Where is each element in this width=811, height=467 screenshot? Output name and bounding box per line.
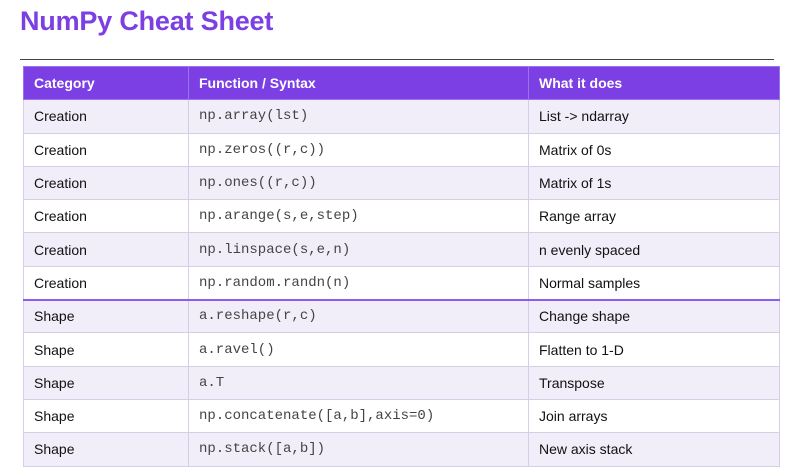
table-row: Shape a.reshape(r,c) Change shape: [23, 298, 780, 334]
description-cell: Change shape: [528, 298, 780, 334]
description-cell: List -> ndarray: [528, 99, 780, 134]
category-cell: Shape: [23, 398, 189, 434]
table-row: Shape np.concatenate([a,b],axis=0) Join …: [23, 398, 780, 434]
syntax-cell: a.T: [188, 365, 529, 400]
category-cell: Shape: [23, 365, 189, 400]
syntax-cell: np.ones((r,c)): [188, 165, 529, 201]
category-cell: Creation: [23, 199, 189, 234]
syntax-cell: np.zeros((r,c)): [188, 132, 529, 167]
syntax-cell: np.array(lst): [188, 99, 529, 134]
syntax-cell: a.ravel(): [188, 332, 529, 367]
category-cell: Creation: [23, 132, 189, 167]
category-cell: Creation: [23, 232, 189, 267]
table-row: Creation np.arange(s,e,step) Range array: [23, 199, 780, 234]
category-cell: Shape: [23, 432, 189, 467]
table-row: Creation np.linspace(s,e,n) n evenly spa…: [23, 232, 780, 267]
table-row: Creation np.zeros((r,c)) Matrix of 0s: [23, 132, 780, 167]
category-cell: Shape: [23, 298, 189, 334]
table-row: Creation np.array(lst) List -> ndarray: [23, 99, 780, 134]
table-row: Creation np.random.randn(n) Normal sampl…: [23, 265, 780, 301]
description-cell: Normal samples: [528, 265, 780, 301]
description-cell: Matrix of 1s: [528, 165, 780, 201]
column-header-description: What it does: [528, 65, 780, 101]
category-cell: Shape: [23, 332, 189, 367]
syntax-cell: np.stack([a,b]): [188, 432, 529, 467]
table-row: Shape a.ravel() Flatten to 1-D: [23, 332, 780, 367]
category-cell: Creation: [23, 99, 189, 134]
syntax-cell: a.reshape(r,c): [188, 298, 529, 334]
syntax-cell: np.linspace(s,e,n): [188, 232, 529, 267]
description-cell: Transpose: [528, 365, 780, 400]
description-cell: n evenly spaced: [528, 232, 780, 267]
table-row: Shape a.T Transpose: [23, 365, 780, 400]
table-header-row: Category Function / Syntax What it does: [23, 65, 780, 101]
table-row: Creation np.ones((r,c)) Matrix of 1s: [23, 165, 780, 201]
syntax-cell: np.random.randn(n): [188, 265, 529, 301]
page-title: NumPy Cheat Sheet: [20, 6, 274, 36]
description-cell: Flatten to 1-D: [528, 332, 780, 367]
syntax-cell: np.concatenate([a,b],axis=0): [188, 398, 529, 434]
column-header-category: Category: [23, 65, 189, 101]
cheat-sheet-table: Category Function / Syntax What it does …: [23, 65, 780, 467]
title-divider: [20, 59, 774, 60]
description-cell: Range array: [528, 199, 780, 234]
category-cell: Creation: [23, 265, 189, 301]
table-row: Shape np.stack([a,b]) New axis stack: [23, 432, 780, 467]
category-cell: Creation: [23, 165, 189, 201]
description-cell: Matrix of 0s: [528, 132, 780, 167]
description-cell: Join arrays: [528, 398, 780, 434]
description-cell: New axis stack: [528, 432, 780, 467]
column-header-syntax: Function / Syntax: [188, 65, 529, 101]
syntax-cell: np.arange(s,e,step): [188, 199, 529, 234]
